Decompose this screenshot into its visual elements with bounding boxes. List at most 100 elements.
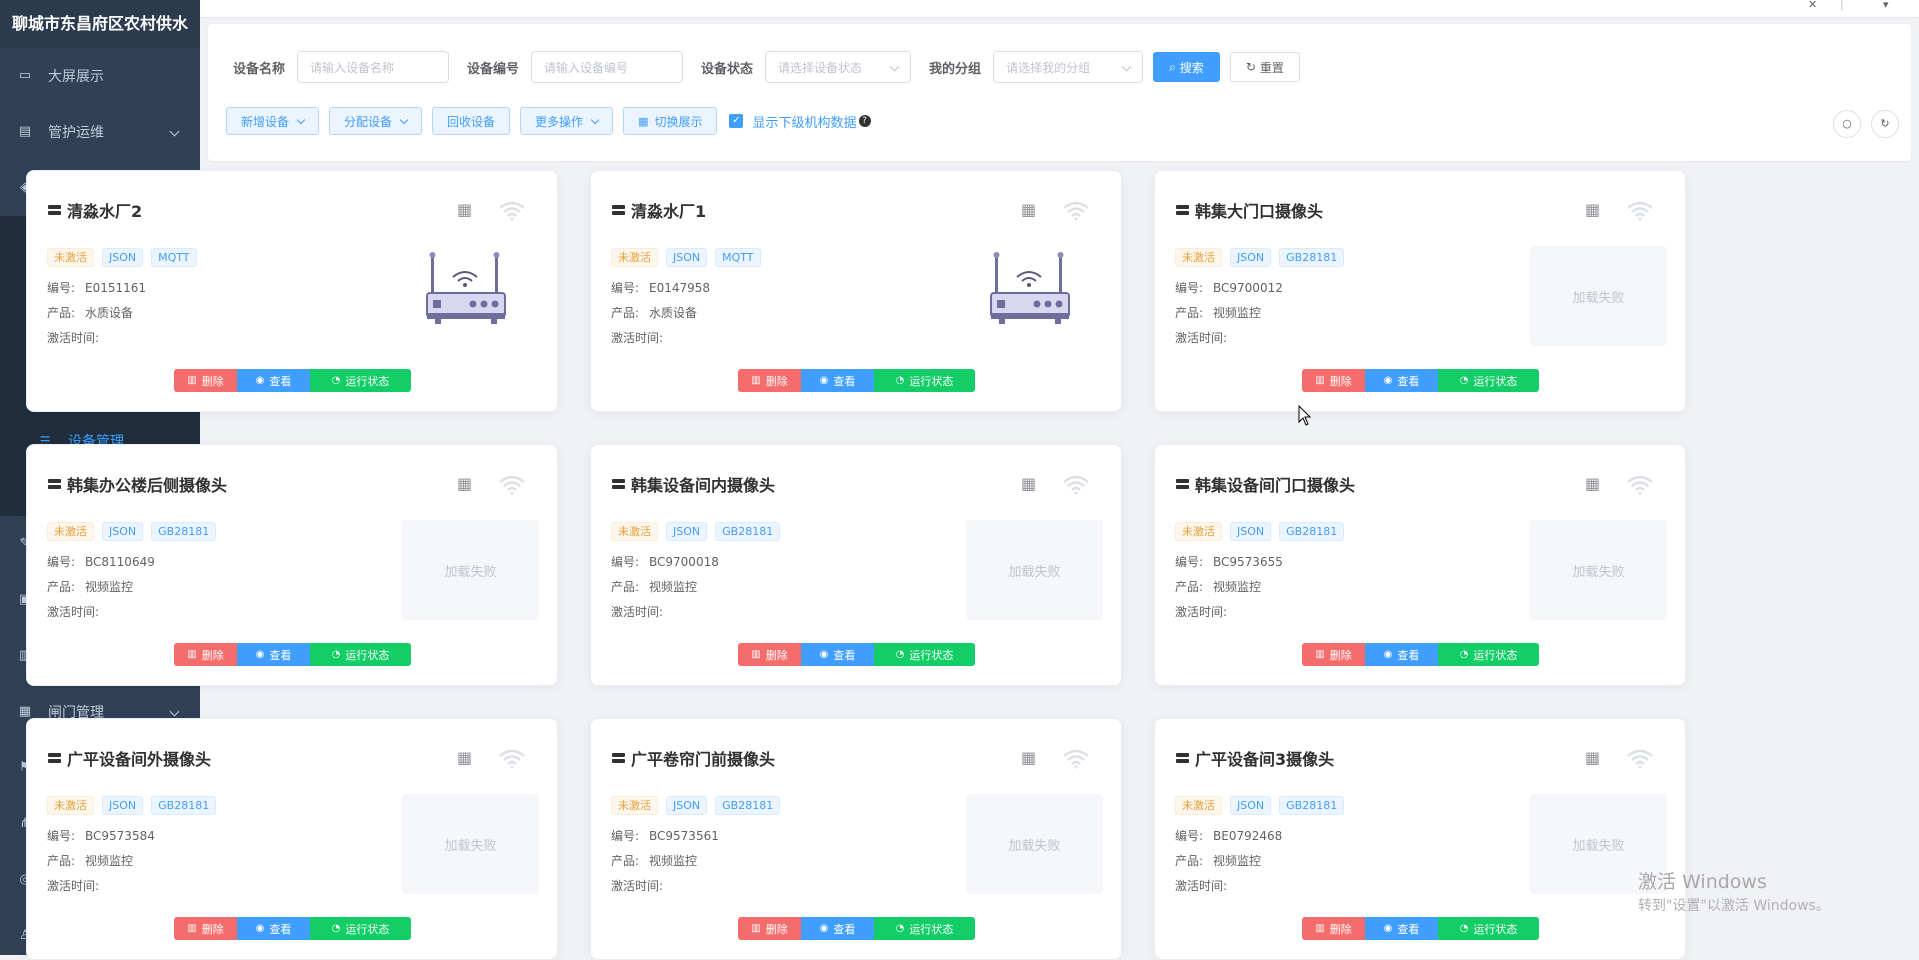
delete-label: 删除: [766, 647, 788, 663]
device-name: 清淼水厂1: [631, 198, 706, 222]
run-status-label: 运行状态: [1473, 373, 1517, 389]
device-activated: 激活时间:: [47, 329, 99, 346]
device-card[interactable]: 广平卷帘门前摄像头▦未激活JSONGB28181编号:BC9573561产品:视…: [590, 718, 1122, 960]
device-product-key: 产品:: [47, 852, 85, 869]
run-status-button[interactable]: ◔运行状态: [1438, 917, 1539, 940]
assign-device-button[interactable]: 分配设备: [329, 107, 422, 135]
view-button[interactable]: ◉查看: [1365, 917, 1438, 940]
device-product-value: 视频监控: [1213, 854, 1261, 868]
device-activated: 激活时间:: [47, 603, 99, 620]
filter-panel: 设备名称 请输入设备名称 设备编号 请输入设备编号 设备状态 请选择设备状态 我…: [208, 24, 1911, 161]
group-select[interactable]: 请选择我的分组: [993, 51, 1143, 83]
qrcode-icon[interactable]: ▦: [1021, 201, 1039, 219]
qrcode-icon[interactable]: ▦: [1585, 201, 1603, 219]
view-button[interactable]: ◉查看: [237, 643, 310, 666]
wifi-signal-icon: [1626, 201, 1654, 221]
protocol-tag: JSON: [666, 522, 707, 541]
qrcode-icon[interactable]: ▦: [1021, 749, 1039, 767]
device-no-input[interactable]: 请输入设备编号: [531, 51, 683, 83]
device-card[interactable]: 韩集大门口摄像头▦未激活JSONGB28181编号:BC9700012产品:视频…: [1154, 170, 1686, 412]
qrcode-icon[interactable]: ▦: [1021, 475, 1039, 493]
protocol-tag: JSON: [666, 796, 707, 815]
sidebar-item-1[interactable]: ▤管护运维: [0, 104, 200, 160]
view-button[interactable]: ◉查看: [801, 643, 874, 666]
chevron-down-icon[interactable]: ▾: [1883, 0, 1889, 11]
qrcode-icon[interactable]: ▦: [457, 475, 475, 493]
router-image: [425, 251, 507, 325]
sidebar-item-0[interactable]: ▭大屏展示: [0, 48, 200, 104]
qrcode-icon[interactable]: ▦: [1585, 475, 1603, 493]
device-product-value: 视频监控: [649, 854, 697, 868]
device-product: 产品:视频监控: [611, 578, 697, 595]
device-no-key: 编号:: [1175, 827, 1213, 844]
delete-button[interactable]: ▥删除: [1302, 369, 1365, 392]
gauge-icon: ◔: [896, 375, 905, 386]
refresh-icon: ↻: [1246, 60, 1256, 74]
device-product-key: 产品:: [1175, 852, 1213, 869]
view-button[interactable]: ◉查看: [237, 917, 310, 940]
delete-button[interactable]: ▥ 删除: [738, 643, 801, 666]
run-status-button[interactable]: ◔运行状态: [874, 369, 975, 392]
view-button[interactable]: ◉查看: [1365, 369, 1438, 392]
device-card[interactable]: 韩集设备间门口摄像头▦未激活JSONGB28181编号:BC9573655产品:…: [1154, 444, 1686, 686]
device-card[interactable]: 韩集办公楼后侧摄像头▦未激活JSONGB28181编号:BC8110649产品:…: [26, 444, 558, 686]
delete-button[interactable]: ▥删除: [738, 917, 801, 940]
view-button[interactable]: ◉查看: [237, 369, 310, 392]
device-card[interactable]: 清淼水厂1▦未激活JSONMQTT编号:E0147958产品:水质设备激活时间:…: [590, 170, 1122, 412]
wifi-signal-icon: [1062, 201, 1090, 221]
run-status-button[interactable]: ◔运行状态: [874, 917, 975, 940]
grid-icon: ▦: [638, 115, 648, 128]
qrcode-icon[interactable]: ▦: [457, 201, 475, 219]
search-icon: ○: [1842, 117, 1852, 130]
qrcode-icon[interactable]: ▦: [1585, 749, 1603, 767]
run-status-button[interactable]: ◔运行状态: [874, 643, 975, 666]
view-button[interactable]: ◉查看: [801, 917, 874, 940]
device-product-key: 产品:: [611, 578, 649, 595]
device-activated-key: 激活时间:: [47, 879, 99, 893]
card-actions: ▥删除◉查看◔运行状态: [1302, 643, 1539, 666]
trash-icon: ▥: [751, 649, 760, 660]
device-status-select[interactable]: 请选择设备状态: [765, 51, 911, 83]
run-status-button[interactable]: ◔运行状态: [310, 917, 411, 940]
help-icon[interactable]: ?: [859, 115, 871, 127]
device-no-value: E0151161: [85, 281, 146, 295]
add-device-button[interactable]: 新增设备: [226, 107, 319, 135]
device-name-input[interactable]: 请输入设备名称: [297, 51, 449, 83]
search-button[interactable]: ⌕搜索: [1153, 52, 1220, 82]
device-no-key: 编号:: [47, 553, 85, 570]
run-status-button[interactable]: ◔运行状态: [310, 369, 411, 392]
refresh-button[interactable]: ↻: [1871, 110, 1899, 138]
delete-button[interactable]: ▥删除: [174, 369, 237, 392]
device-no-key: 编号:: [611, 279, 649, 296]
delete-button[interactable]: ▥删除: [174, 917, 237, 940]
delete-button[interactable]: ▥删除: [1302, 917, 1365, 940]
qrcode-icon[interactable]: ▦: [457, 749, 475, 767]
server-icon: [48, 479, 61, 490]
delete-button[interactable]: ▥删除: [738, 369, 801, 392]
eye-icon: ◉: [1384, 375, 1393, 386]
recycle-device-button[interactable]: 回收设备: [432, 107, 510, 135]
protocol-tag: JSON: [102, 248, 143, 267]
action-bar: 新增设备 分配设备 回收设备 更多操作 ▦切换展示 ✓显示下级机构数据?: [226, 107, 871, 135]
switch-view-button[interactable]: ▦切换展示: [623, 107, 717, 135]
run-status-button[interactable]: ◔运行状态: [1438, 369, 1539, 392]
device-card[interactable]: 清淼水厂2▦未激活JSONMQTT编号:E0151161产品:水质设备激活时间:…: [26, 170, 558, 412]
run-status-button[interactable]: ◔运行状态: [1438, 643, 1539, 666]
view-button[interactable]: ◉查看: [1365, 643, 1438, 666]
view-button[interactable]: ◉查看: [801, 369, 874, 392]
show-sub-org-checkbox[interactable]: ✓显示下级机构数据?: [729, 112, 870, 131]
device-card[interactable]: 广平设备间3摄像头▦未激活JSONGB28181编号:BE0792468产品:视…: [1154, 718, 1686, 960]
monitor-icon: ▭: [18, 69, 32, 83]
toggle-search-button[interactable]: ○: [1833, 110, 1861, 138]
run-status-button[interactable]: ◔运行状态: [310, 643, 411, 666]
more-actions-button[interactable]: 更多操作: [520, 107, 613, 135]
device-card[interactable]: 韩集设备间内摄像头▦未激活JSONGB28181编号:BC9700018产品:视…: [590, 444, 1122, 686]
reset-button[interactable]: ↻重置: [1230, 52, 1300, 82]
delete-button[interactable]: ▥删除: [1302, 643, 1365, 666]
device-no-value: BE0792468: [1213, 829, 1282, 843]
device-card[interactable]: 广平设备间外摄像头▦未激活JSONGB28181编号:BC9573584产品:视…: [26, 718, 558, 960]
close-icon[interactable]: ✕: [1808, 0, 1817, 11]
device-product: 产品:视频监控: [47, 578, 133, 595]
delete-button[interactable]: ▥删除: [174, 643, 237, 666]
sidebar-item-label: 管护运维: [48, 122, 104, 142]
